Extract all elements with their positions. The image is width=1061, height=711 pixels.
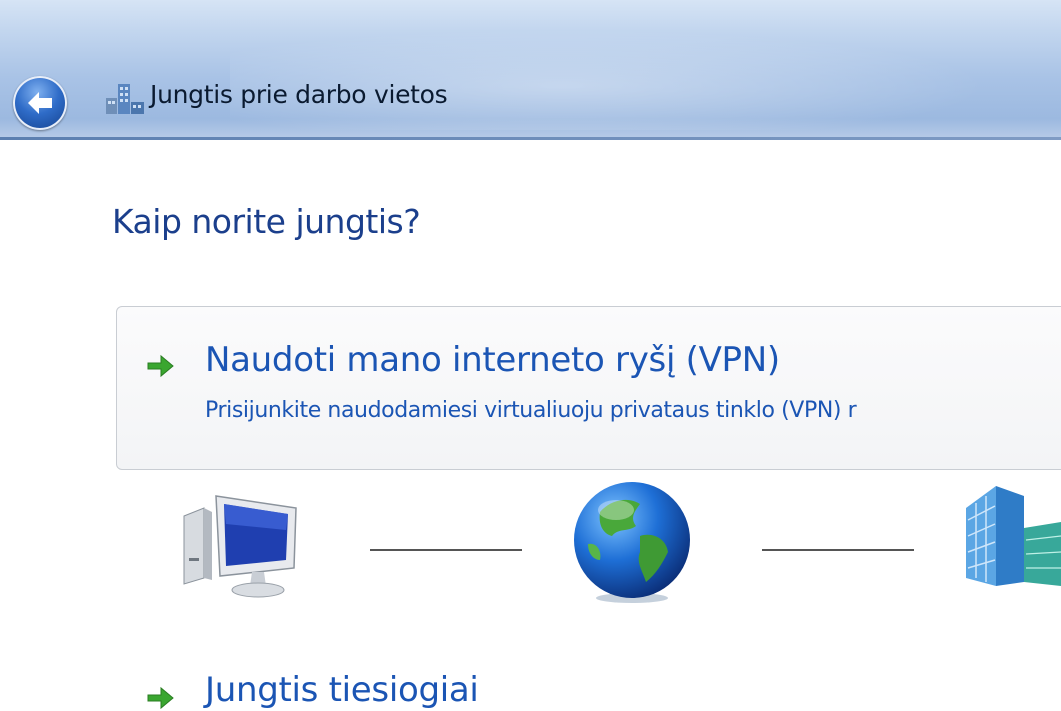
connection-line — [370, 549, 522, 551]
green-arrow-icon — [147, 354, 174, 378]
green-arrow-icon — [147, 686, 174, 710]
vpn-option-description: Prisijunkite naudodamiesi virtualiuoju p… — [205, 398, 857, 423]
back-button[interactable] — [13, 76, 67, 130]
title-bar-glass — [230, 20, 1060, 130]
title-bar-divider — [0, 137, 1061, 140]
vpn-option-title[interactable]: Naudoti mano interneto ryšį (VPN) — [205, 340, 780, 380]
direct-connection-option-title[interactable]: Jungtis tiesiogiai — [205, 670, 479, 710]
vpn-option-card[interactable] — [116, 306, 1061, 470]
connection-line — [762, 549, 914, 551]
back-arrow-icon — [28, 92, 52, 114]
workplace-network-icon — [106, 84, 144, 114]
window-title: Jungtis prie darbo vietos — [150, 80, 448, 109]
office-building-icon — [966, 486, 1061, 586]
computer-icon — [183, 495, 297, 598]
page-heading: Kaip norite jungtis? — [112, 202, 421, 241]
title-bar — [0, 0, 1061, 140]
globe-icon — [574, 482, 690, 603]
